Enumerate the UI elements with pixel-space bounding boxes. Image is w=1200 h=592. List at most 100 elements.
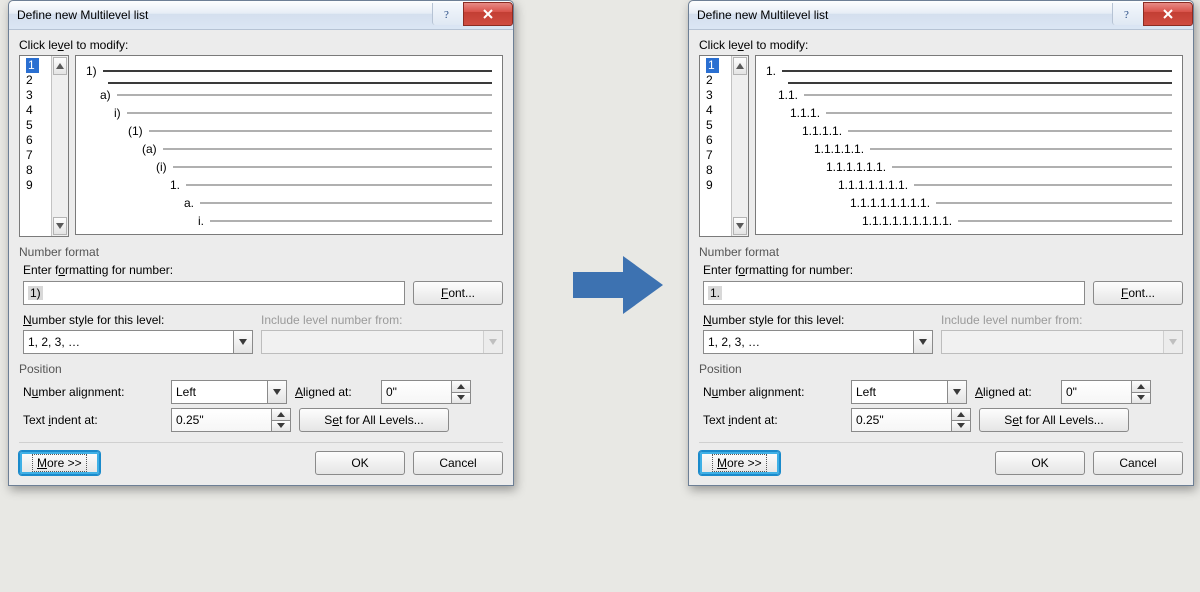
- svg-text:?: ?: [1124, 9, 1129, 20]
- number-style-combo[interactable]: 1, 2, 3, …: [703, 330, 933, 354]
- set-all-levels-button[interactable]: Set for All Levels...: [299, 408, 449, 432]
- preview-line-label: i): [114, 106, 121, 120]
- aligned-at-input[interactable]: 0": [1061, 380, 1151, 404]
- preview-line-label: a.: [184, 196, 194, 210]
- more-button[interactable]: More >>: [19, 451, 100, 475]
- spinner-icon[interactable]: [1131, 381, 1150, 403]
- preview-pane: 1)a)i)(1)(a)(i)1.a.i.: [75, 55, 503, 235]
- level-item[interactable]: 4: [706, 103, 725, 118]
- preview-line-label: (i): [156, 160, 167, 174]
- level-list[interactable]: 123456789: [699, 55, 749, 237]
- preview-line: 1.1.1.1.1.1.1.1.: [766, 196, 1172, 210]
- chevron-down-icon[interactable]: [267, 381, 286, 403]
- spinner-icon[interactable]: [951, 409, 970, 431]
- dialog-title-text: Define new Multilevel list: [17, 8, 432, 22]
- font-button[interactable]: Font...: [413, 281, 503, 305]
- cancel-button[interactable]: Cancel: [1093, 451, 1183, 475]
- level-item[interactable]: 8: [26, 163, 45, 178]
- close-button[interactable]: [1143, 2, 1193, 26]
- spinner-icon[interactable]: [451, 381, 470, 403]
- preview-line-label: (1): [128, 124, 143, 138]
- format-input-value: 1): [28, 286, 43, 300]
- level-item[interactable]: 1: [706, 58, 719, 73]
- level-list[interactable]: 123456789: [19, 55, 69, 237]
- preview-line-bar: [127, 112, 492, 114]
- chevron-down-icon[interactable]: [233, 331, 252, 353]
- arrow-right-icon: [568, 250, 668, 323]
- preview-line-label: 1.1.1.1.1.1.1.: [838, 178, 908, 192]
- preview-line: 1.: [86, 178, 492, 192]
- level-item[interactable]: 8: [706, 163, 725, 178]
- level-item[interactable]: 3: [706, 88, 725, 103]
- preview-line-bar: [892, 166, 1172, 168]
- level-item[interactable]: 7: [706, 148, 725, 163]
- ok-button[interactable]: OK: [995, 451, 1085, 475]
- number-style-value: 1, 2, 3, …: [708, 335, 760, 349]
- preview-line-bar: [936, 202, 1172, 204]
- chevron-down-icon[interactable]: [947, 381, 966, 403]
- preview-line-bar: [149, 130, 492, 132]
- level-list-scrollbar[interactable]: [731, 56, 748, 236]
- number-alignment-combo[interactable]: Left: [171, 380, 287, 404]
- number-style-combo[interactable]: 1, 2, 3, …: [23, 330, 253, 354]
- number-alignment-label: Number alignment:: [23, 385, 163, 399]
- include-level-label: Include level number from:: [941, 313, 1183, 327]
- aligned-at-label: Aligned at:: [975, 385, 1053, 399]
- level-item[interactable]: 4: [26, 103, 45, 118]
- more-button[interactable]: More >>: [699, 451, 780, 475]
- text-indent-value: 0.25": [856, 413, 884, 427]
- group-position: Position: [699, 362, 1183, 376]
- level-item[interactable]: 3: [26, 88, 45, 103]
- preview-line-bar: [826, 112, 1172, 114]
- enter-formatting-label: Enter formatting for number:: [703, 263, 1183, 277]
- font-button[interactable]: Font...: [1093, 281, 1183, 305]
- scroll-down-icon[interactable]: [53, 217, 67, 235]
- level-item[interactable]: 2: [706, 73, 725, 88]
- scroll-up-icon[interactable]: [733, 57, 747, 75]
- close-button[interactable]: [463, 2, 513, 26]
- preview-line-label: 1.1.1.1.1.: [814, 142, 864, 156]
- level-item[interactable]: 9: [26, 178, 45, 193]
- preview-line-label: 1): [86, 64, 97, 78]
- spinner-icon[interactable]: [271, 409, 290, 431]
- preview-line-label: 1.1.1.1.1.1.: [826, 160, 886, 174]
- preview-line: i.: [86, 214, 492, 228]
- help-button[interactable]: ?: [432, 3, 463, 25]
- text-indent-input[interactable]: 0.25": [171, 408, 291, 432]
- titlebar[interactable]: Define new Multilevel list ?: [9, 1, 513, 30]
- preview-line-bar: [173, 166, 492, 168]
- number-alignment-value: Left: [856, 385, 876, 399]
- format-input[interactable]: 1.: [703, 281, 1085, 305]
- set-all-levels-button[interactable]: Set for All Levels...: [979, 408, 1129, 432]
- level-item[interactable]: 5: [706, 118, 725, 133]
- cancel-button[interactable]: Cancel: [413, 451, 503, 475]
- click-level-label: Click level to modify:: [699, 38, 1183, 52]
- scroll-up-icon[interactable]: [53, 57, 67, 75]
- text-indent-input[interactable]: 0.25": [851, 408, 971, 432]
- preview-line: 1.: [766, 64, 1172, 78]
- ok-button[interactable]: OK: [315, 451, 405, 475]
- aligned-at-input[interactable]: 0": [381, 380, 471, 404]
- preview-line: 1.1.1.1.: [766, 124, 1172, 138]
- level-item[interactable]: 6: [706, 133, 725, 148]
- preview-line: (1): [86, 124, 492, 138]
- titlebar[interactable]: Define new Multilevel list ?: [689, 1, 1193, 30]
- level-item[interactable]: 7: [26, 148, 45, 163]
- number-style-label: Number style for this level:: [23, 313, 253, 327]
- format-input[interactable]: 1): [23, 281, 405, 305]
- chevron-down-icon[interactable]: [913, 331, 932, 353]
- level-item[interactable]: 6: [26, 133, 45, 148]
- level-list-scrollbar[interactable]: [51, 56, 68, 236]
- number-alignment-combo[interactable]: Left: [851, 380, 967, 404]
- preview-line: 1.1.1.: [766, 106, 1172, 120]
- help-button[interactable]: ?: [1112, 3, 1143, 25]
- group-number-format: Number format: [699, 245, 1183, 259]
- preview-line: 1.1.1.1.1.1.1.: [766, 178, 1172, 192]
- scroll-down-icon[interactable]: [733, 217, 747, 235]
- aligned-at-value: 0": [1066, 385, 1077, 399]
- level-item[interactable]: 2: [26, 73, 45, 88]
- enter-formatting-label: Enter formatting for number:: [23, 263, 503, 277]
- level-item[interactable]: 5: [26, 118, 45, 133]
- level-item[interactable]: 1: [26, 58, 39, 73]
- level-item[interactable]: 9: [706, 178, 725, 193]
